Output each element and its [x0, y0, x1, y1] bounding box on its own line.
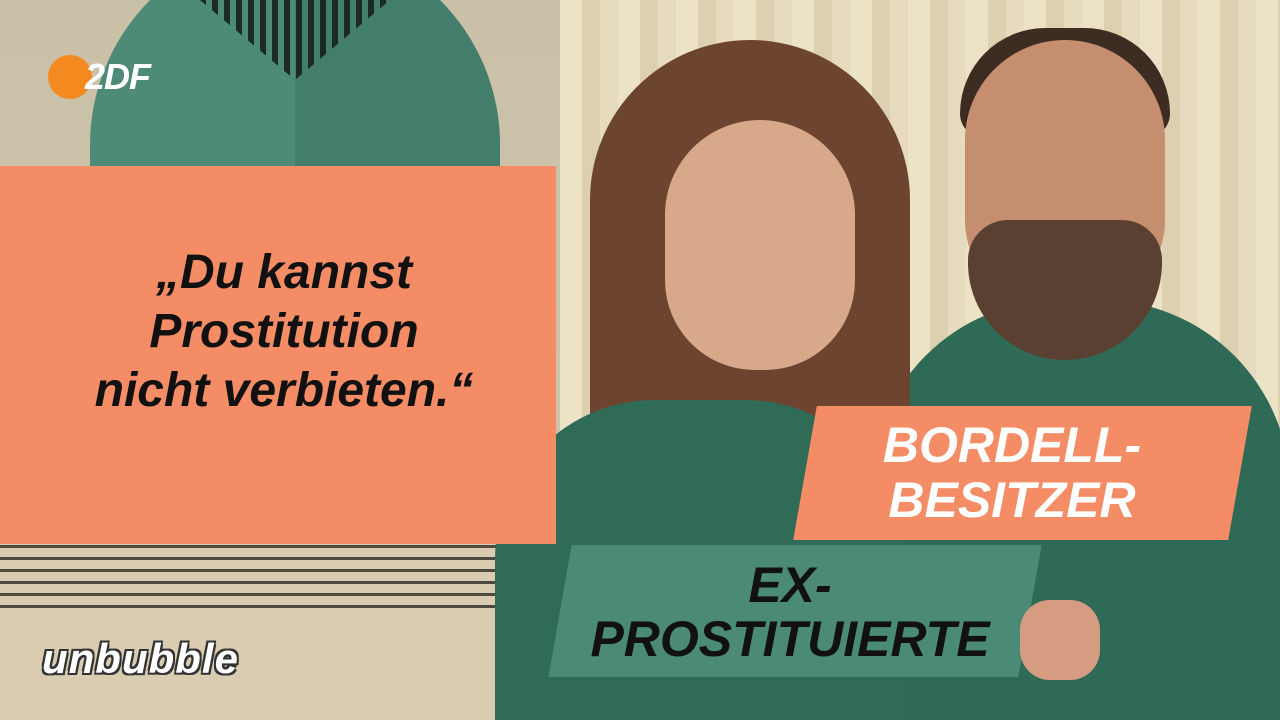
man-label: BORDELL- BESITZER	[852, 418, 1172, 528]
hand	[1020, 600, 1100, 680]
woman-label-line-2: PROSTITUIERTE	[590, 611, 990, 667]
quote-line-1: „Du kannst	[155, 246, 413, 299]
quote-text: „Du kannst Prostitution nicht verbieten.…	[24, 243, 544, 420]
man-label-line-2: BESITZER	[888, 472, 1136, 528]
quote-line-2: Prostitution	[149, 305, 419, 358]
quote-line-3: nicht verbieten.“	[94, 364, 474, 417]
zdf-logo: 2DF	[48, 55, 151, 99]
woman-label: EX- PROSTITUIERTE	[560, 558, 1020, 666]
thumbnail: 2DF „Du kannst Prostitution nicht verbie…	[0, 0, 1280, 720]
floor-stripes	[0, 545, 510, 615]
unbubble-logo: unbubble	[42, 635, 239, 682]
zdf-logo-text: 2DF	[85, 56, 151, 97]
woman-face	[665, 120, 855, 370]
man-label-line-1: BORDELL-	[882, 417, 1142, 473]
woman-label-line-1: EX-	[748, 557, 832, 613]
